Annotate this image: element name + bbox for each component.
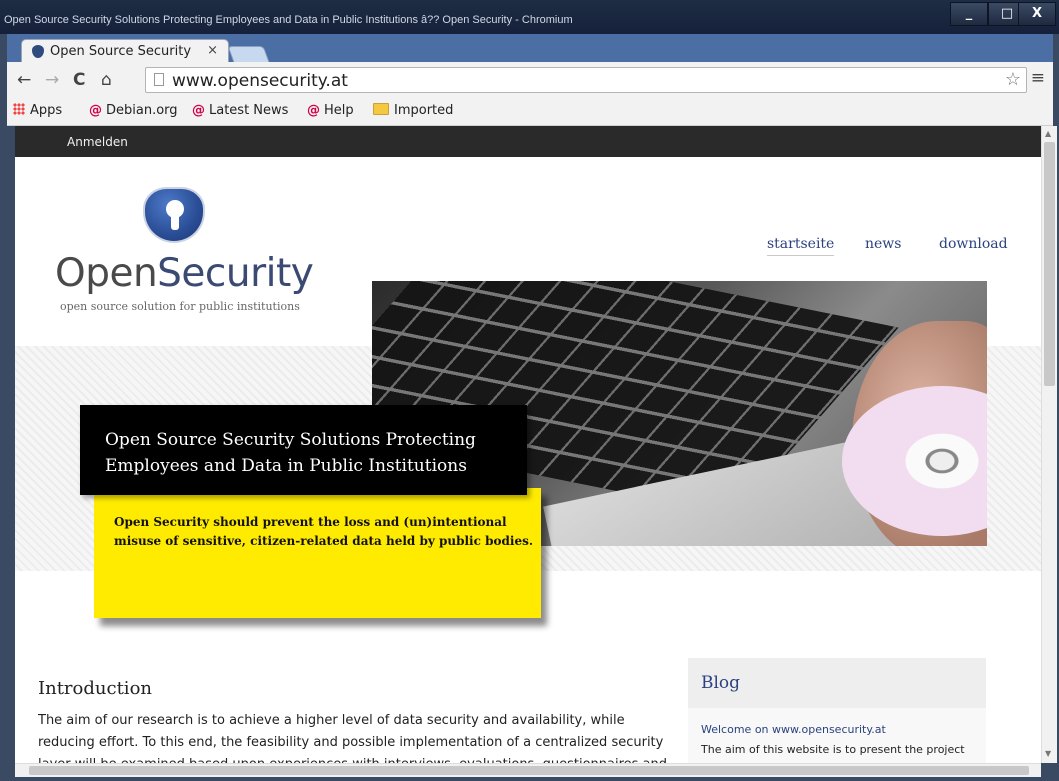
vertical-scrollbar[interactable]: ▲ ▼	[1041, 126, 1057, 763]
scroll-down-arrow-icon[interactable]: ▼	[1045, 749, 1051, 758]
site-tagline: open source solution for public institut…	[60, 300, 300, 313]
blog-widget: Blog Welcome on www.opensecurity.at The …	[688, 658, 986, 763]
blog-post-link[interactable]: Welcome on www.opensecurity.at	[701, 723, 886, 736]
bookmark-imported[interactable]: Imported	[373, 103, 453, 118]
debian-swirl-icon: @	[89, 103, 102, 118]
minimize-button[interactable]: _	[950, 2, 988, 26]
tab-close-icon[interactable]: ×	[207, 43, 218, 58]
bookmark-label: Help	[324, 103, 354, 118]
horizontal-scrollbar[interactable]	[15, 763, 1041, 777]
debian-swirl-icon: @	[192, 103, 205, 118]
scroll-up-arrow-icon[interactable]: ▲	[1045, 129, 1051, 138]
intro-heading: Introduction	[38, 678, 152, 699]
bookmark-apps[interactable]: Apps	[13, 103, 62, 118]
bookmark-label: Imported	[394, 103, 454, 118]
hamburger-menu-icon[interactable]: ≡	[1031, 68, 1045, 88]
apps-grid-icon	[13, 103, 25, 115]
reload-icon[interactable]: C	[73, 70, 85, 90]
address-bar[interactable]: ☆	[145, 67, 1027, 93]
home-icon[interactable]: ⌂	[101, 70, 112, 90]
admin-bar: Anmelden	[15, 126, 1041, 157]
url-input[interactable]	[170, 69, 994, 93]
nav-download[interactable]: download	[939, 236, 1008, 252]
browser-window: Open Source Security Solutions Protectin…	[0, 0, 1059, 781]
bookmark-latest-news[interactable]: @ Latest News	[192, 103, 288, 118]
shield-favicon-icon	[32, 45, 44, 58]
hero-subtitle-box: Open Security should prevent the loss an…	[94, 488, 541, 618]
window-title: Open Source Security Solutions Protectin…	[4, 14, 573, 26]
bookmark-label: Apps	[30, 103, 63, 118]
page-icon	[154, 73, 164, 86]
nav-news[interactable]: news	[865, 236, 901, 252]
shield-keyhole-logo-icon[interactable]	[143, 187, 205, 243]
tab-strip: Open Source Security ×	[7, 34, 1053, 65]
bookmark-debian[interactable]: @ Debian.org	[89, 103, 178, 118]
page-viewport: Anmelden OpenSecurity open source soluti…	[15, 126, 1041, 763]
nav-startseite[interactable]: startseite	[767, 236, 835, 256]
site-logo-text[interactable]: OpenSecurity	[55, 251, 314, 296]
intro-body: The aim of our research is to achieve a …	[38, 713, 667, 763]
back-arrow-icon[interactable]: ←	[17, 70, 31, 90]
tab-label: Open Source Security	[50, 44, 192, 59]
hero-title-box: Open Source Security Solutions Protectin…	[80, 405, 527, 495]
browser-toolbar: ← → C ⌂ ☆ ≡	[7, 62, 1053, 98]
hero-subtitle: Open Security should prevent the loss an…	[114, 515, 534, 548]
title-bar: Open Source Security Solutions Protectin…	[0, 0, 1059, 34]
bookmarks-bar: Apps @ Debian.org @ Latest News @ Help Impo…	[7, 98, 1053, 126]
tab-opensecurity[interactable]: Open Source Security ×	[21, 39, 229, 63]
blog-heading[interactable]: Blog	[701, 673, 740, 693]
vertical-scroll-thumb[interactable]	[1044, 142, 1055, 386]
login-link[interactable]: Anmelden	[67, 135, 128, 149]
bookmark-label: Latest News	[209, 103, 289, 118]
bookmark-star-icon[interactable]: ☆	[1005, 69, 1021, 90]
logo-word-security: Security	[157, 251, 314, 296]
bookmark-label: Debian.org	[106, 103, 178, 118]
folder-icon	[373, 103, 389, 115]
keyhole-slot	[171, 213, 179, 230]
logo-word-open: Open	[55, 251, 158, 296]
hero-title: Open Source Security Solutions Protectin…	[105, 430, 476, 476]
bookmark-help[interactable]: @ Help	[307, 103, 354, 118]
close-window-button[interactable]: X	[1018, 2, 1056, 26]
blog-post-excerpt: The aim of this website is to present th…	[701, 743, 965, 756]
horizontal-scroll-thumb[interactable]	[29, 766, 1029, 775]
blog-header: Blog	[688, 658, 986, 708]
forward-arrow-icon[interactable]: →	[45, 70, 59, 90]
debian-swirl-icon: @	[307, 103, 320, 118]
